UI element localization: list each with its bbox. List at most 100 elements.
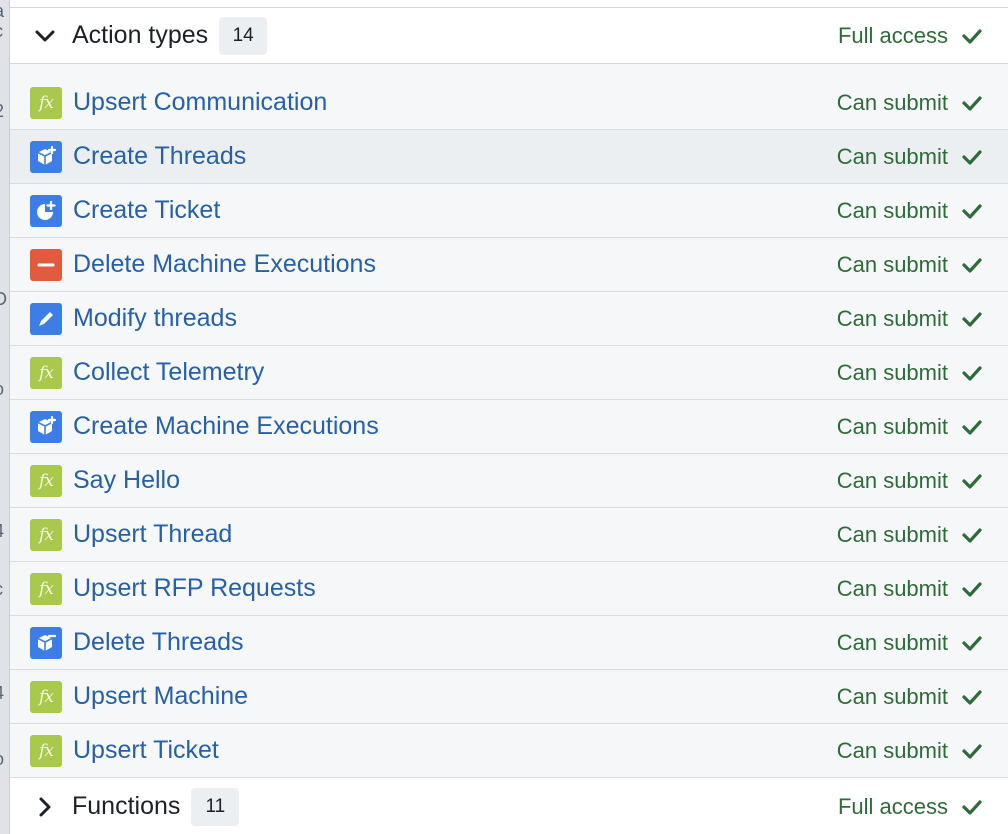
action-name-link[interactable]: Modify threads [73, 304, 237, 333]
background-text-fragment: t [0, 410, 10, 428]
check-icon [961, 92, 983, 114]
background-text-fragment: o [0, 750, 10, 768]
permission-label: Can submit [836, 683, 948, 709]
functions-header[interactable]: Functions 11 Full access [10, 779, 1008, 834]
action-row-upsert-ticket[interactable]: fx Upsert Ticket Can submit [10, 724, 1008, 778]
action-types-header[interactable]: Action types 14 Full access [10, 8, 1008, 64]
action-permission-status: Can submit [837, 630, 983, 656]
permission-label: Can submit [836, 575, 948, 601]
background-text-fragment: c [0, 22, 10, 40]
action-permission-status: Can submit [837, 414, 983, 440]
background-text-fragment: 2 [0, 102, 10, 120]
action-row-modify-threads[interactable]: Modify threads Can submit [10, 292, 1008, 346]
action-name-link[interactable]: Delete Machine Executions [73, 250, 376, 279]
function-icon: fx [30, 464, 62, 497]
action-permission-status: Can submit [837, 738, 983, 764]
functions-title: Functions [72, 792, 181, 820]
permission-label: Can submit [836, 197, 948, 223]
action-types-title: Action types [72, 21, 209, 49]
check-icon [961, 146, 983, 168]
action-types-count-badge: 14 [219, 16, 268, 55]
action-name-link[interactable]: Delete Threads [73, 628, 243, 657]
object-delete-icon [30, 626, 62, 659]
action-permission-status: Can submit [837, 306, 983, 332]
action-row-delete-threads[interactable]: Delete Threads Can submit [10, 616, 1008, 670]
background-text-fragment: 4 [0, 684, 10, 702]
action-name-link[interactable]: Upsert Thread [73, 520, 232, 549]
check-icon [961, 25, 983, 47]
minus-icon [30, 248, 62, 281]
action-name-link[interactable]: Upsert Machine [73, 682, 248, 711]
action-name-link[interactable]: Collect Telemetry [73, 358, 264, 387]
function-icon: fx [30, 518, 62, 551]
action-permission-status: Can submit [837, 90, 983, 116]
chevron-right-icon[interactable] [33, 795, 57, 819]
action-row-create-machine-executions[interactable]: Create Machine Executions Can submit [10, 400, 1008, 454]
permissions-panel: Action types 14 Full access fx Upsert Com… [10, 0, 1008, 834]
background-text-char: D [0, 290, 7, 308]
background-text-char: 2 [0, 102, 4, 120]
action-row-collect-telemetry[interactable]: fx Collect Telemetry Can submit [10, 346, 1008, 400]
check-icon [961, 470, 983, 492]
action-row-upsert-rfp-requests[interactable]: fx Upsert RFP Requests Can submit [10, 562, 1008, 616]
background-text-char: c [0, 22, 3, 40]
functions-count-badge: 11 [191, 787, 240, 826]
background-text-char: o [0, 380, 4, 398]
check-icon [961, 200, 983, 222]
action-row-say-hello[interactable]: fx Say Hello Can submit [10, 454, 1008, 508]
background-text-char: c [0, 580, 3, 598]
background-text-char: 4 [0, 684, 4, 702]
permission-label: Can submit [836, 521, 948, 547]
action-types-access-label: Full access [837, 22, 948, 48]
function-icon: fx [30, 356, 62, 389]
background-text-fragment: c [0, 580, 10, 598]
background-text-char: a [0, 2, 4, 20]
permission-label: Can submit [836, 89, 948, 115]
permission-label: Can submit [836, 413, 948, 439]
check-icon [961, 524, 983, 546]
action-row-delete-machine-executions[interactable]: Delete Machine Executions Can submit [10, 238, 1008, 292]
object-create-icon [30, 410, 62, 443]
action-row-upsert-thread[interactable]: fx Upsert Thread Can submit [10, 508, 1008, 562]
background-window-edge: ac2Dot4c4o [0, 0, 10, 834]
background-text-fragment: 4 [0, 522, 10, 540]
action-types-access: Full access [838, 23, 983, 49]
background-text-char: 4 [0, 522, 4, 540]
action-row-upsert-machine[interactable]: fx Upsert Machine Can submit [10, 670, 1008, 724]
permission-label: Can submit [836, 305, 948, 331]
check-icon [961, 740, 983, 762]
action-row-create-ticket[interactable]: Create Ticket Can submit [10, 184, 1008, 238]
permission-label: Can submit [836, 359, 948, 385]
background-text-fragment: o [0, 380, 10, 398]
action-row-create-threads[interactable]: Create Threads Can submit [10, 130, 1008, 184]
chevron-down-icon[interactable] [33, 24, 57, 48]
check-icon [961, 632, 983, 654]
action-permission-status: Can submit [837, 684, 983, 710]
function-icon: fx [30, 572, 62, 605]
function-icon: fx [30, 86, 62, 119]
action-permission-status: Can submit [837, 198, 983, 224]
action-name-link[interactable]: Upsert RFP Requests [73, 574, 316, 603]
action-row-upsert-communication[interactable]: fx Upsert Communication Can submit [10, 76, 1008, 130]
functions-access-label: Full access [837, 793, 948, 819]
check-icon [961, 578, 983, 600]
action-name-link[interactable]: Upsert Ticket [73, 736, 219, 765]
check-icon [961, 308, 983, 330]
action-name-link[interactable]: Create Machine Executions [73, 412, 379, 441]
permission-label: Can submit [836, 467, 948, 493]
object-create-icon [30, 140, 62, 173]
action-permission-status: Can submit [837, 360, 983, 386]
action-permission-status: Can submit [837, 522, 983, 548]
permission-label: Can submit [836, 737, 948, 763]
check-icon [961, 416, 983, 438]
action-permission-status: Can submit [837, 468, 983, 494]
check-icon [961, 362, 983, 384]
action-name-link[interactable]: Say Hello [73, 466, 180, 495]
background-text-char: o [0, 750, 4, 768]
action-permission-status: Can submit [837, 252, 983, 278]
action-name-link[interactable]: Upsert Communication [73, 88, 327, 117]
object-add-icon [30, 194, 62, 227]
action-name-link[interactable]: Create Ticket [73, 196, 220, 225]
functions-access: Full access [838, 794, 983, 820]
action-name-link[interactable]: Create Threads [73, 142, 246, 171]
